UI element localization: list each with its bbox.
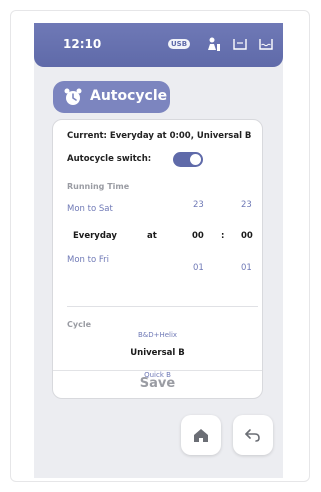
autocycle-button[interactable]: Autocycle xyxy=(53,81,170,113)
cycle-label: Cycle xyxy=(67,320,91,329)
minute-selected[interactable]: 00 xyxy=(241,231,253,241)
hour-option-above[interactable]: 23 xyxy=(193,200,204,210)
back-arrow-icon xyxy=(245,429,260,442)
time-separator: : xyxy=(221,231,225,241)
current-schedule: Current: Everyday at 0:00, Universal B xyxy=(67,131,252,141)
home-button[interactable] xyxy=(181,415,221,455)
minute-option-above[interactable]: 23 xyxy=(241,200,252,210)
autocycle-label: Autocycle xyxy=(90,88,168,104)
minute-option-below[interactable]: 01 xyxy=(241,263,252,273)
status-time: 12:10 xyxy=(63,37,102,51)
user-alert-icon xyxy=(208,37,220,51)
toggle-knob xyxy=(190,154,201,165)
cycle-option-bd-helix[interactable]: B&D+Helix xyxy=(53,331,262,339)
back-button[interactable] xyxy=(233,415,273,455)
day-selected-everyday[interactable]: Everyday xyxy=(73,231,117,241)
cycle-selected-universal-b[interactable]: Universal B xyxy=(53,348,262,358)
autocycle-switch-toggle[interactable] xyxy=(173,152,203,167)
water-tank-icon xyxy=(259,39,273,50)
section-divider xyxy=(67,306,258,307)
day-option-mon-to-fri[interactable]: Mon to Fri xyxy=(67,255,109,265)
autocycle-settings-card: Current: Everyday at 0:00, Universal B A… xyxy=(52,119,263,399)
alarm-clock-icon xyxy=(64,88,82,105)
status-bar: 12:10 USB xyxy=(34,23,283,67)
autocycle-switch-label: Autocycle switch: xyxy=(67,154,152,164)
running-time-label: Running Time xyxy=(67,182,130,191)
home-icon xyxy=(194,429,208,442)
device-screen: 12:10 USB Autocycle Current: Everyday at… xyxy=(34,23,283,478)
at-label: at xyxy=(147,231,157,241)
day-option-mon-to-sat[interactable]: Mon to Sat xyxy=(67,204,113,214)
hour-option-below[interactable]: 01 xyxy=(193,263,204,273)
cycle-option-quick-b[interactable]: Quick B xyxy=(52,371,263,379)
tray-icon xyxy=(233,39,247,50)
hour-selected[interactable]: 00 xyxy=(192,231,204,241)
usb-icon: USB xyxy=(168,39,190,49)
